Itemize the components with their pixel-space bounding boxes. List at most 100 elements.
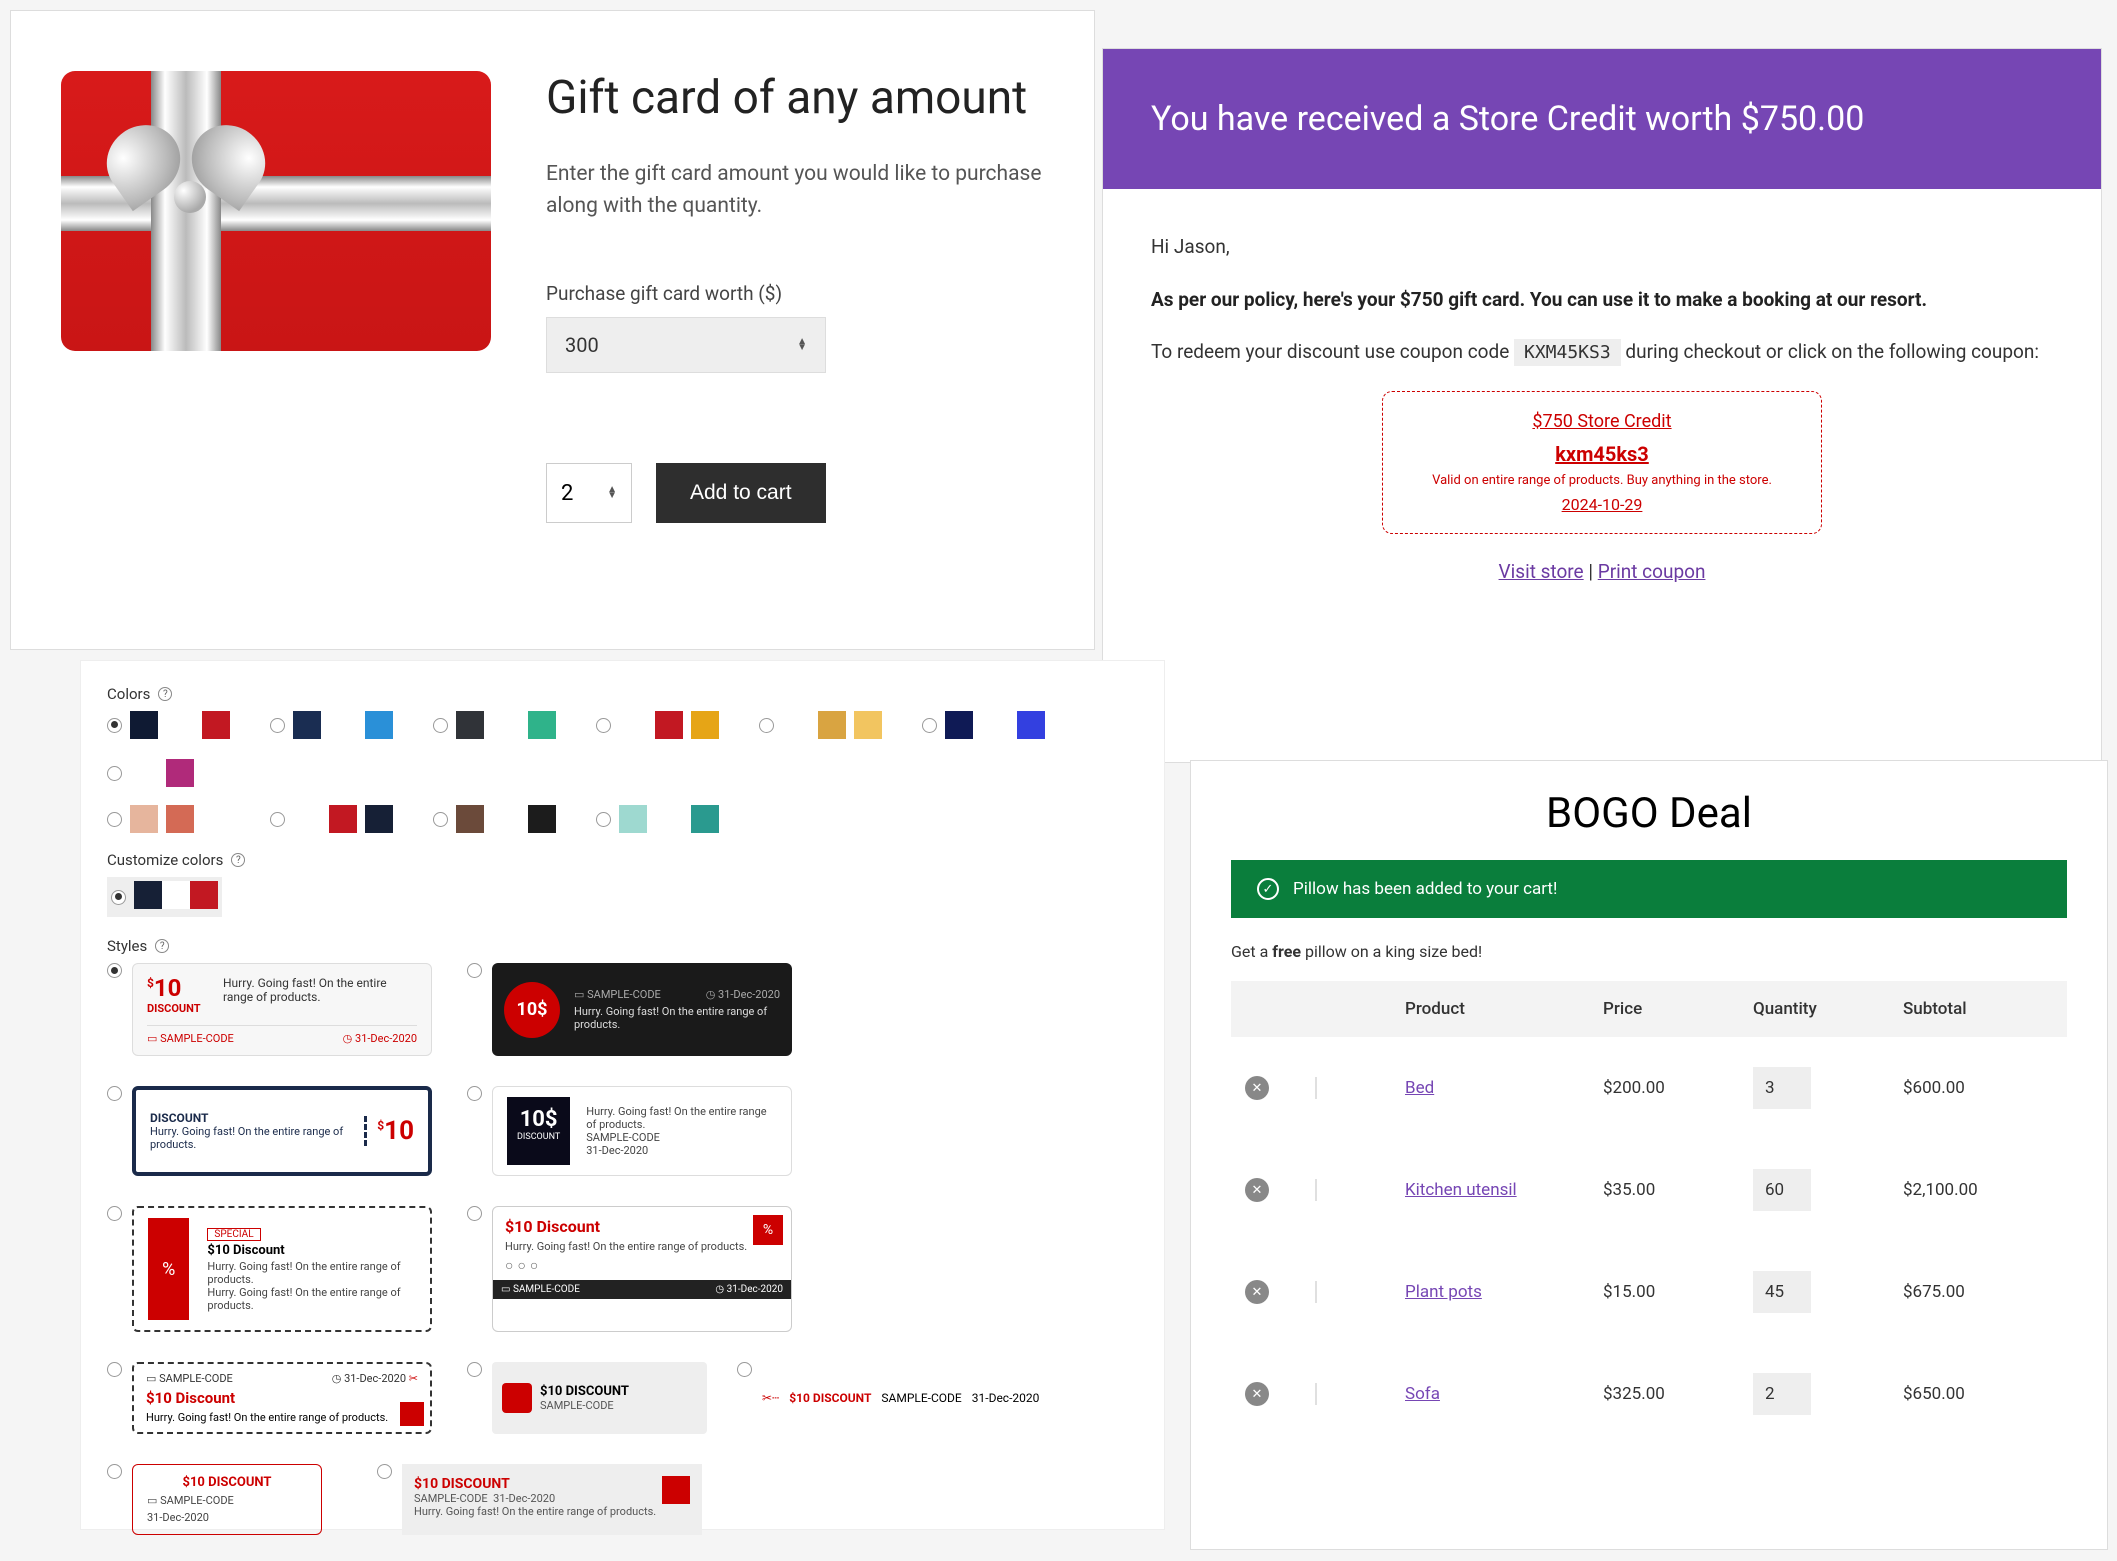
radio-icon[interactable] bbox=[107, 1206, 122, 1221]
radio-icon[interactable] bbox=[467, 1362, 482, 1377]
color-option[interactable] bbox=[433, 711, 556, 739]
radio-icon[interactable] bbox=[433, 718, 448, 733]
coupon-style-option-6[interactable]: % $10 Discount Hurry. Going fast! On the… bbox=[467, 1206, 797, 1332]
swatch bbox=[619, 805, 647, 833]
color-option[interactable] bbox=[107, 711, 230, 739]
radio-icon[interactable] bbox=[467, 1086, 482, 1101]
visit-store-link[interactable]: Visit store bbox=[1499, 560, 1584, 583]
radio-icon[interactable] bbox=[596, 718, 611, 733]
swatch bbox=[166, 805, 194, 833]
coupon-style-option-10[interactable]: $10 DISCOUNT ▭ SAMPLE-CODE 31-Dec-2020 bbox=[107, 1464, 347, 1535]
quantity-input[interactable]: 2 bbox=[1753, 1373, 1811, 1415]
bogo-title: BOGO Deal bbox=[1231, 761, 2067, 860]
color-option[interactable] bbox=[596, 805, 719, 833]
stepper-icon[interactable]: ▲▼ bbox=[797, 339, 807, 351]
add-to-cart-button[interactable]: Add to cart bbox=[656, 463, 826, 523]
radio-icon[interactable] bbox=[107, 963, 122, 978]
email-redeem-line: To redeem your discount use coupon code … bbox=[1151, 338, 2053, 367]
swatch bbox=[1017, 711, 1045, 739]
radio-icon[interactable] bbox=[107, 718, 122, 733]
quantity-input[interactable]: 60 bbox=[1753, 1169, 1811, 1211]
color-option[interactable] bbox=[759, 711, 882, 739]
coupon-style-option-8[interactable]: $10 DISCOUNT SAMPLE-CODE bbox=[467, 1362, 707, 1434]
color-option[interactable] bbox=[270, 805, 393, 833]
radio-icon[interactable] bbox=[467, 963, 482, 978]
help-icon[interactable]: ? bbox=[155, 939, 169, 953]
coupon-code: KXM45KS3 bbox=[1514, 339, 1621, 366]
radio-icon[interactable] bbox=[922, 718, 937, 733]
radio-icon[interactable] bbox=[377, 1464, 392, 1479]
product-thumbnail[interactable] bbox=[1315, 1179, 1317, 1201]
swatch bbox=[202, 805, 230, 833]
color-option[interactable] bbox=[107, 805, 230, 833]
scissors-icon: ✂┄ bbox=[762, 1391, 779, 1405]
remove-icon[interactable]: ✕ bbox=[1245, 1280, 1269, 1304]
print-coupon-link[interactable]: Print coupon bbox=[1598, 560, 1706, 583]
quantity-input[interactable]: 2 ▲▼ bbox=[546, 463, 632, 523]
swatch bbox=[293, 711, 321, 739]
table-row: ✕Kitchen utensil$35.0060$2,100.00 bbox=[1231, 1139, 2067, 1241]
product-thumbnail[interactable] bbox=[1315, 1077, 1317, 1099]
coupon-style-option-11[interactable]: $10 DISCOUNT SAMPLE-CODE 31-Dec-2020 Hur… bbox=[377, 1464, 707, 1535]
product-link[interactable]: Bed bbox=[1405, 1078, 1434, 1098]
coupon-box[interactable]: $750 Store Credit kxm45ks3 Valid on enti… bbox=[1382, 391, 1822, 535]
coupon-preview: $10 DISCOUNT ▭ SAMPLE-CODE 31-Dec-2020 bbox=[132, 1464, 322, 1535]
subtotal-cell: $650.00 bbox=[1903, 1384, 2053, 1404]
remove-icon[interactable]: ✕ bbox=[1245, 1076, 1269, 1100]
table-row: ✕Plant pots$15.0045$675.00 bbox=[1231, 1241, 2067, 1343]
radio-icon[interactable] bbox=[467, 1206, 482, 1221]
radio-icon[interactable] bbox=[107, 812, 122, 827]
product-thumbnail[interactable] bbox=[1315, 1281, 1317, 1303]
radio-icon[interactable] bbox=[759, 718, 774, 733]
swatch bbox=[329, 711, 357, 739]
coupon-style-option-1[interactable]: $10 DISCOUNT Hurry. Going fast! On the e… bbox=[107, 963, 437, 1056]
quantity-value: 2 bbox=[561, 481, 573, 506]
tag-icon bbox=[400, 1402, 424, 1426]
coupon-style-option-4[interactable]: 10$DISCOUNT Hurry. Going fast! On the en… bbox=[467, 1086, 797, 1176]
swatch bbox=[329, 805, 357, 833]
color-option[interactable] bbox=[922, 711, 1045, 739]
radio-icon[interactable] bbox=[596, 812, 611, 827]
radio-icon[interactable] bbox=[107, 1464, 122, 1479]
coupon-style-option-2[interactable]: 10$ ▭ SAMPLE-CODE ◷ 31-Dec-2020 Hurry. G… bbox=[467, 963, 797, 1056]
radio-icon[interactable] bbox=[111, 890, 126, 905]
help-icon[interactable]: ? bbox=[158, 687, 172, 701]
quantity-input[interactable]: 45 bbox=[1753, 1271, 1811, 1313]
remove-icon[interactable]: ✕ bbox=[1245, 1382, 1269, 1406]
email-policy-line: As per our policy, here's your $750 gift… bbox=[1151, 286, 2053, 315]
product-link[interactable]: Sofa bbox=[1405, 1384, 1440, 1404]
help-icon[interactable]: ? bbox=[231, 853, 245, 867]
col-quantity: Quantity bbox=[1753, 999, 1903, 1019]
coupon-style-option-9[interactable]: ✂┄ $10 DISCOUNT SAMPLE-CODE 31-Dec-2020 bbox=[737, 1362, 1067, 1434]
coupon-expiry: 2024-10-29 bbox=[1403, 493, 1801, 517]
color-option[interactable] bbox=[596, 711, 719, 739]
radio-icon[interactable] bbox=[737, 1362, 752, 1377]
stepper-icon[interactable]: ▲▼ bbox=[607, 487, 617, 499]
swatch bbox=[492, 711, 520, 739]
radio-icon[interactable] bbox=[270, 718, 285, 733]
amount-input[interactable]: 300 ▲▼ bbox=[546, 317, 826, 373]
price-cell: $325.00 bbox=[1603, 1384, 1753, 1404]
color-option[interactable] bbox=[270, 711, 393, 739]
product-link[interactable]: Plant pots bbox=[1405, 1282, 1482, 1302]
swatch bbox=[162, 881, 190, 909]
color-option-custom[interactable] bbox=[107, 877, 222, 917]
product-link[interactable]: Kitchen utensil bbox=[1405, 1180, 1517, 1200]
radio-icon[interactable] bbox=[270, 812, 285, 827]
coupon-style-option-5[interactable]: % SPECIAL $10 Discount Hurry. Going fast… bbox=[107, 1206, 437, 1332]
product-thumbnail[interactable] bbox=[1315, 1383, 1317, 1405]
radio-icon[interactable] bbox=[107, 1086, 122, 1101]
radio-icon[interactable] bbox=[107, 766, 122, 781]
percent-icon: % bbox=[148, 1218, 189, 1320]
subtotal-cell: $600.00 bbox=[1903, 1078, 2053, 1098]
swatch bbox=[456, 711, 484, 739]
radio-icon[interactable] bbox=[433, 812, 448, 827]
price-cell: $200.00 bbox=[1603, 1078, 1753, 1098]
coupon-style-option-3[interactable]: DISCOUNT Hurry. Going fast! On the entir… bbox=[107, 1086, 437, 1176]
remove-icon[interactable]: ✕ bbox=[1245, 1178, 1269, 1202]
quantity-input[interactable]: 3 bbox=[1753, 1067, 1811, 1109]
color-option[interactable] bbox=[433, 805, 556, 833]
radio-icon[interactable] bbox=[107, 1362, 122, 1377]
coupon-style-option-7[interactable]: ▭ SAMPLE-CODE ◷ 31-Dec-2020 ✂ $10 Discou… bbox=[107, 1362, 437, 1434]
color-option[interactable] bbox=[107, 759, 194, 787]
